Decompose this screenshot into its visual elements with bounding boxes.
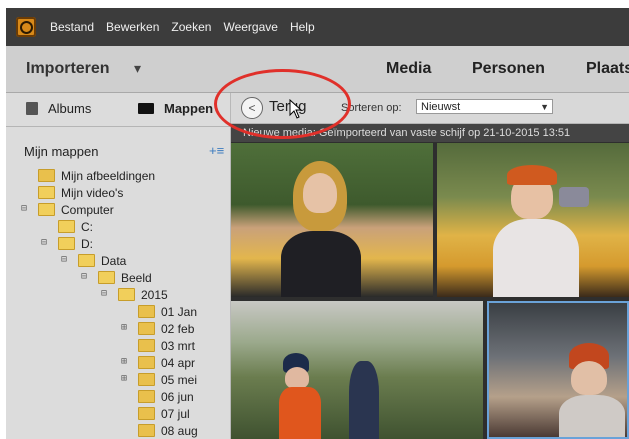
folder-tree-item[interactable]: 01 Jan [138, 303, 197, 320]
person-figure [349, 361, 379, 439]
folder-tree-item[interactable]: 07 jul [138, 405, 190, 422]
folder-tree-item[interactable]: 05 mei [138, 371, 197, 388]
folder-tree-item[interactable]: 08 aug [138, 422, 198, 439]
folder-label: Data [101, 253, 127, 268]
tab-folders-label: Mappen [164, 101, 214, 116]
folder-icon [138, 305, 155, 318]
folder-icon [118, 288, 135, 301]
menu-bestand[interactable]: Bestand [50, 20, 94, 34]
folder-tree-item[interactable]: 04 apr [138, 354, 195, 371]
folder-icon [138, 390, 155, 403]
folder-label: 05 mei [161, 372, 198, 387]
tree-expander-icon[interactable]: ⊞ [121, 322, 127, 333]
folder-icon [138, 356, 155, 369]
sidebar: Albums Mappen Mijn mappen +≡ Mijn afbeel… [6, 93, 231, 439]
folders-heading: Mijn mappen [24, 144, 99, 159]
folder-icon [138, 103, 154, 114]
folder-tree-item[interactable]: Mijn afbeeldingen [38, 167, 155, 184]
folder-tree-item[interactable]: 2015 [118, 286, 168, 303]
folder-label: C: [81, 219, 93, 234]
folder-label: Mijn afbeeldingen [61, 168, 156, 183]
jacket-figure [279, 387, 321, 439]
folder-label: 06 jun [161, 389, 194, 404]
folder-label: 08 aug [161, 423, 198, 438]
tree-expander-icon[interactable]: ⊟ [41, 237, 47, 248]
tab-personen[interactable]: Personen [472, 60, 545, 78]
folder-label: Beeld [121, 270, 152, 285]
sort-value: Nieuwst [421, 101, 461, 113]
jacket-figure [559, 395, 625, 437]
tab-albums-label: Albums [48, 101, 92, 116]
folder-icon [98, 271, 115, 284]
folder-label: 02 feb [161, 321, 195, 336]
folder-icon [138, 373, 155, 386]
tree-expander-icon[interactable]: ⊟ [21, 203, 27, 214]
photo-thumbnail[interactable] [231, 301, 483, 439]
folder-icon [58, 220, 75, 233]
folder-tree-item[interactable]: D: [58, 235, 93, 252]
face-figure [571, 361, 607, 395]
sidebar-tabs: Albums Mappen [6, 93, 230, 127]
import-button[interactable]: Importeren [26, 60, 110, 78]
menu-help[interactable]: Help [290, 20, 315, 34]
tree-expander-icon[interactable]: ⊟ [81, 271, 87, 282]
folder-tree-item[interactable]: Mijn video's [38, 184, 123, 201]
folder-tree-item[interactable]: 03 mrt [138, 337, 195, 354]
menu-weergave[interactable]: Weergave [223, 20, 277, 34]
menu-bewerken[interactable]: Bewerken [106, 20, 159, 34]
folder-tree-item[interactable]: 06 jun [138, 388, 194, 405]
import-dropdown-icon[interactable]: ▾ [134, 60, 141, 77]
tab-plaatsen[interactable]: Plaats [586, 60, 629, 78]
highlight-circle [214, 69, 351, 139]
photo-thumbnail[interactable] [437, 143, 629, 297]
hat-figure [507, 165, 557, 185]
jacket-figure [281, 231, 361, 297]
organizer-window: Bestand Bewerken Zoeken Weergave Help Im… [6, 8, 629, 439]
tree-expander-icon[interactable]: ⊟ [61, 254, 67, 265]
list-view-icon[interactable]: +≡ [209, 143, 224, 158]
folder-icon [138, 407, 155, 420]
folder-label: 07 jul [161, 406, 190, 421]
folder-label: Computer [61, 202, 114, 217]
folder-tree-item[interactable]: Beeld [98, 269, 152, 286]
folder-icon [38, 186, 55, 199]
folder-icon [138, 339, 155, 352]
tree-expander-icon[interactable]: ⊞ [121, 373, 127, 384]
face-figure [303, 173, 337, 213]
folder-icon [138, 322, 155, 335]
tab-media[interactable]: Media [386, 60, 431, 78]
folder-tree-item[interactable]: C: [58, 218, 93, 235]
tab-albums[interactable]: Albums [26, 101, 91, 116]
folder-label: Mijn video's [61, 185, 124, 200]
folder-label: D: [81, 236, 93, 251]
camera-figure [559, 187, 589, 207]
folder-tree-item[interactable]: 02 feb [138, 320, 194, 337]
tree-expander-icon[interactable]: ⊟ [101, 288, 107, 299]
folder-label: 2015 [141, 287, 168, 302]
face-figure [285, 367, 309, 389]
jacket-figure [493, 219, 579, 297]
album-icon [26, 102, 38, 115]
folder-icon [58, 237, 75, 250]
app-logo-icon [16, 17, 36, 37]
folder-label: 01 Jan [161, 304, 198, 319]
folder-tree-item[interactable]: Computer [38, 201, 114, 218]
folder-tree-item[interactable]: Data [78, 252, 126, 269]
folder-icon [78, 254, 95, 267]
tab-folders[interactable]: Mappen [138, 101, 213, 116]
sort-dropdown[interactable]: Nieuwst ▼ [416, 99, 553, 114]
media-area: < Terug Sorteren op: Nieuwst ▼ Nieuwe me… [231, 93, 629, 439]
folder-icon [38, 169, 55, 182]
menu-bar: Bestand Bewerken Zoeken Weergave Help [6, 8, 629, 46]
tree-expander-icon[interactable]: ⊞ [121, 356, 127, 367]
folder-label: 03 mrt [161, 338, 196, 353]
menu-zoeken[interactable]: Zoeken [171, 20, 211, 34]
photo-thumbnail[interactable] [231, 143, 433, 297]
folder-icon [138, 424, 155, 437]
chevron-down-icon: ▼ [540, 102, 549, 112]
photo-thumbnail-selected[interactable] [487, 301, 629, 439]
folder-label: 04 apr [161, 355, 196, 370]
folder-icon [38, 203, 55, 216]
